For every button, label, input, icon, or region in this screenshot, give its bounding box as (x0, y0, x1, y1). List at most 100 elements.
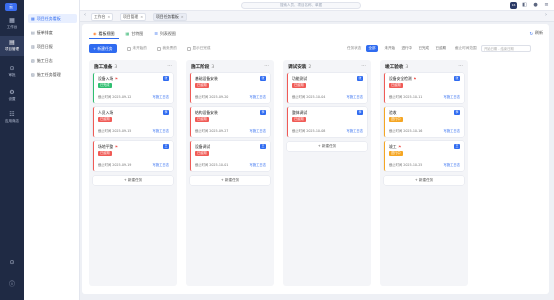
more-icon[interactable]: ··· (458, 63, 463, 69)
filter-my-tasks-checkbox[interactable]: 我负责的 (157, 46, 177, 51)
status-pill-all[interactable]: 全部 (366, 45, 378, 52)
task-card[interactable]: 功能测试 已逾期 张 截止时间 2025-10-04 写施工日志 (287, 73, 367, 103)
write-log-link[interactable]: 写施工日志 (153, 128, 169, 133)
status-pill-not-started[interactable]: 未开始 (382, 45, 398, 52)
filter-not-started-checkbox[interactable]: 未开始的 (127, 46, 147, 51)
tab-task-board[interactable]: 项目任务看板 × (153, 13, 187, 21)
menu-icon[interactable]: ≡ (543, 2, 550, 9)
task-card[interactable]: 场地平整 ⚑ 已逾期 王 截止时间 2025-09-19 写施工日志 (93, 141, 173, 171)
status-pill-overdue[interactable]: 已逾期 (433, 45, 449, 52)
sidebar-item-task-board[interactable]: ▦ 项目任务看板 (28, 14, 77, 23)
avatar[interactable]: 王 (260, 144, 266, 149)
approval-icon: ⊙ (9, 65, 15, 72)
avatar[interactable]: 李 (357, 110, 363, 115)
write-log-link[interactable]: 写施工日志 (250, 162, 266, 167)
write-log-link[interactable]: 写施工日志 (347, 128, 363, 133)
tab-board-view[interactable]: ◉ 看板视图 (89, 28, 119, 39)
avatar[interactable]: 李 (163, 110, 169, 115)
checkbox-label: 我负责的 (162, 46, 177, 50)
card-title: 设备入场 ⚑ (98, 76, 118, 81)
board-column: 竣工验收 3 ··· 设备安全检测 ⚑ 已逾期 张 截止时间 2025-10-11 … (380, 60, 468, 286)
tab-prev-icon[interactable]: ‹ (84, 12, 86, 18)
tab-list-view[interactable]: ☰ 列表视图 (150, 28, 180, 39)
avatar[interactable]: 张 (454, 76, 460, 81)
global-search-input[interactable]: 搜索人员、项目名称、单据 (241, 2, 361, 9)
write-log-link[interactable]: 写施工日志 (444, 94, 460, 99)
sidebar-item-construction-log[interactable]: ▧ 施工日志 (28, 56, 77, 65)
task-card[interactable]: 结构设备安装 已逾期 李 截止时间 2025-09-27 写施工日志 (190, 107, 270, 137)
rail-item-label: 工作台 (6, 25, 18, 29)
message-icon[interactable]: ◧ (521, 2, 528, 9)
write-log-link[interactable]: 写施工日志 (347, 94, 363, 99)
close-icon[interactable]: × (140, 14, 143, 20)
tab-project-management[interactable]: 项目管理 × (120, 13, 147, 21)
write-log-link[interactable]: 写施工日志 (444, 128, 460, 133)
main-panel: ◉ 看板视图 ▦ 甘特图 ☰ 列表视图 ↻ 刷新 + 新建任务 未开始的 我负责… (82, 24, 549, 294)
close-icon[interactable]: × (181, 14, 184, 20)
add-task-button[interactable]: + 新建任务 (384, 176, 464, 185)
avatar[interactable]: 张 (260, 76, 266, 81)
write-log-link[interactable]: 写施工日志 (153, 94, 169, 99)
avatar[interactable]: 王 (163, 144, 169, 149)
task-card[interactable]: 基础设备安装 已逾期 张 截止时间 2025-09-20 写施工日志 (190, 73, 270, 103)
date-range-input[interactable]: 开始日期 - 结束日期 (481, 45, 531, 52)
due-date: 截止时间 2025-10-04 (292, 95, 326, 99)
column-title: 施工准备 3 (94, 65, 118, 70)
help-icon[interactable]: ⊙ (6, 258, 18, 268)
app-logo[interactable]: 云 (5, 3, 17, 11)
avatar[interactable]: 李 (260, 110, 266, 115)
write-log-link[interactable]: 写施工日志 (250, 128, 266, 133)
notification-badge[interactable]: 16 (510, 2, 517, 9)
board-view-icon: ◉ (93, 30, 97, 36)
avatar[interactable]: 王 (454, 144, 460, 149)
avatar[interactable]: 张 (163, 76, 169, 81)
task-card[interactable]: 人员入场 已逾期 李 截止时间 2025-09-15 写施工日志 (93, 107, 173, 137)
close-icon[interactable]: × (107, 14, 110, 20)
task-card[interactable]: 设备调试 已逾期 王 截止时间 2025-10-01 写施工日志 (190, 141, 270, 171)
add-task-button[interactable]: + 新建任务 (93, 176, 173, 185)
status-pill-done[interactable]: 已完成 (416, 45, 432, 52)
user-avatar-icon[interactable]: ● (532, 2, 539, 9)
rail-item-approval[interactable]: ⊙ 审批 (0, 62, 24, 82)
sidebar-item-daily-report[interactable]: ▥ 项目日报 (28, 42, 77, 51)
more-icon[interactable]: ··· (264, 63, 269, 69)
write-log-link[interactable]: 写施工日志 (153, 162, 169, 167)
sidebar-item-schedule[interactable]: ▤ 接单排度 (28, 28, 77, 37)
rail-item-settings[interactable]: ⚙ 设置 (0, 86, 24, 106)
sidebar-item-task-management[interactable]: ▨ 施工任务管理 (28, 70, 77, 79)
write-log-link[interactable]: 写施工日志 (250, 94, 266, 99)
tab-label: 工作台 (94, 14, 106, 19)
tab-next-icon[interactable]: › (545, 12, 547, 18)
more-icon[interactable]: ··· (167, 63, 172, 69)
tab-label: 项目管理 (123, 14, 139, 19)
report-icon: ▥ (31, 44, 35, 49)
new-task-button[interactable]: + 新建任务 (89, 44, 117, 53)
tab-label: 项目任务看板 (156, 14, 179, 19)
task-card[interactable]: 整体调试 已逾期 李 截止时间 2025-10-08 写施工日志 (287, 107, 367, 137)
page-tabs: ‹ › 工作台 × 项目管理 × 项目任务看板 × (80, 11, 554, 22)
add-task-button[interactable]: + 新建任务 (287, 142, 367, 151)
rail-item-workbench[interactable]: ▦ 工作台 (0, 14, 24, 34)
write-log-link[interactable]: 写施工日志 (444, 162, 460, 167)
task-card[interactable]: 设备安全检测 ⚑ 已逾期 张 截止时间 2025-10-11 写施工日志 (384, 73, 464, 103)
add-task-button[interactable]: + 新建任务 (190, 176, 270, 185)
avatar[interactable]: 李 (454, 110, 460, 115)
card-title: 竣工 ⚑ (389, 144, 402, 149)
more-icon[interactable]: ··· (361, 63, 366, 69)
status-pill-in-progress[interactable]: 进行中 (399, 45, 415, 52)
refresh-button[interactable]: ↻ 刷新 (530, 30, 543, 36)
avatar[interactable]: 张 (357, 76, 363, 81)
info-icon[interactable]: ⓘ (6, 280, 18, 290)
due-date: 截止时间 2025-09-19 (98, 163, 132, 167)
task-card[interactable]: 验收 进行中 李 截止时间 2025-10-16 写施工日志 (384, 107, 464, 137)
sidebar-item-label: 项目日报 (36, 43, 53, 49)
gear-icon: ⚙ (9, 89, 15, 96)
rail-item-project[interactable]: ▤ 项目管理 (0, 36, 24, 56)
tab-workbench[interactable]: 工作台 × (91, 13, 114, 21)
rail-item-store[interactable]: ☷ 应用商店 (0, 108, 24, 128)
filter-show-done-checkbox[interactable]: 显示已完成 (187, 46, 210, 51)
task-card[interactable]: 设备入场 ⚑ 已完成 张 截止时间 2025-09-12 写施工日志 (93, 73, 173, 103)
status-badge: 进行中 (389, 151, 403, 156)
tab-gantt-view[interactable]: ▦ 甘特图 (122, 28, 148, 39)
task-card[interactable]: 竣工 ⚑ 进行中 王 截止时间 2025-10-25 写施工日志 (384, 141, 464, 171)
